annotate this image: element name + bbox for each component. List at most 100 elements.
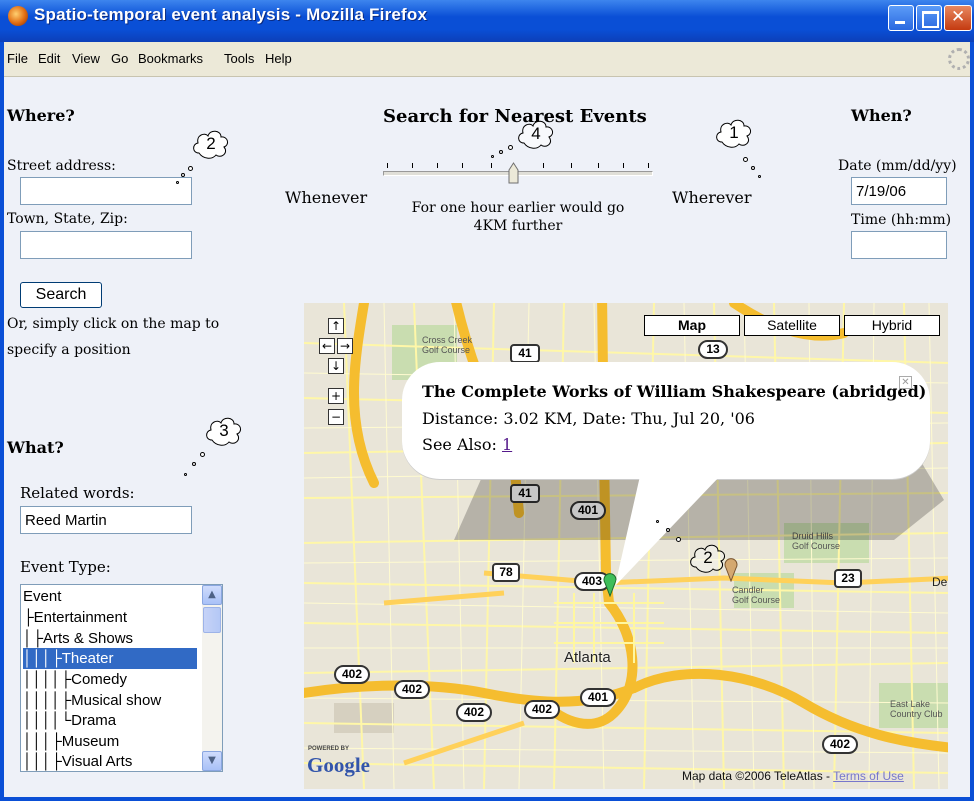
- callout-dot: [184, 473, 187, 476]
- map-type-hybrid-button[interactable]: Hybrid: [844, 315, 940, 336]
- see-also-link[interactable]: 1: [502, 435, 512, 454]
- throbber-icon: [948, 48, 970, 70]
- event-type-option[interactable]: │││├Visual Arts: [23, 751, 197, 771]
- zoom-out-icon[interactable]: −: [328, 409, 344, 425]
- scroll-down-icon[interactable]: ▼: [202, 751, 222, 771]
- menu-file[interactable]: File: [7, 51, 28, 66]
- window-titlebar[interactable]: Spatio-temporal event analysis - Mozilla…: [0, 0, 974, 42]
- place-label-cross-creek: Cross Creek Golf Course: [422, 335, 473, 355]
- powered-by-label: POWERED BY: [308, 746, 350, 752]
- route-shield: 402: [394, 680, 430, 699]
- popup-close-icon[interactable]: ✕: [899, 376, 912, 389]
- callout-dot: [666, 528, 670, 532]
- map-hint-line2: specify a position: [7, 342, 131, 358]
- map-type-map-button[interactable]: Map: [644, 315, 740, 336]
- route-shield: 402: [822, 735, 858, 754]
- map-type-satellite-button[interactable]: Satellite: [744, 315, 840, 336]
- whenever-label: Whenever: [285, 188, 368, 207]
- menu-tools[interactable]: Tools: [224, 51, 254, 66]
- event-type-option[interactable]: ││││└Drama: [23, 710, 197, 731]
- time-label: Time (hh:mm): [851, 212, 952, 228]
- route-shield: 41: [510, 344, 540, 363]
- popup-see-also: See Also: 1: [422, 435, 512, 454]
- callout-number: 2: [206, 134, 216, 153]
- slider-thumb[interactable]: [508, 162, 519, 184]
- see-also-label: See Also:: [422, 435, 497, 454]
- listbox-scrollbar[interactable]: ▲ ▼: [202, 585, 222, 771]
- date-label: Date (mm/dd/yy): [838, 158, 957, 174]
- callout-dot: [188, 166, 193, 171]
- street-address-input[interactable]: [20, 177, 192, 205]
- route-shield: 23: [834, 569, 862, 588]
- window-border-left: [0, 42, 4, 801]
- route-shield: 402: [456, 703, 492, 722]
- what-heading: What?: [7, 438, 64, 457]
- event-type-option[interactable]: │├Arts & Shows: [23, 628, 197, 649]
- map-hint-line1: Or, simply click on the map to: [7, 316, 220, 332]
- place-label-candler: Candler Golf Course: [732, 585, 781, 605]
- arrow-right-icon[interactable]: →: [337, 338, 353, 354]
- place-label-de: De: [932, 575, 948, 589]
- arrow-up-icon[interactable]: ↑: [328, 318, 344, 334]
- callout-dot: [200, 452, 205, 457]
- firefox-icon: [8, 6, 28, 26]
- window-border-bottom: [0, 797, 974, 801]
- callout-dot: [491, 155, 494, 158]
- time-input[interactable]: [851, 231, 947, 259]
- menu-help[interactable]: Help: [265, 51, 292, 66]
- related-words-label: Related words:: [20, 484, 135, 502]
- arrow-down-icon[interactable]: ↓: [328, 358, 344, 374]
- scroll-thumb[interactable]: [203, 607, 221, 633]
- menu-go[interactable]: Go: [111, 51, 128, 66]
- event-type-option[interactable]: Event: [23, 586, 197, 607]
- scroll-up-icon[interactable]: ▲: [202, 585, 222, 605]
- route-shield: 402: [334, 665, 370, 684]
- event-type-label: Event Type:: [20, 558, 111, 576]
- route-shield: 78: [492, 563, 520, 582]
- callout-number: 2: [703, 548, 713, 567]
- event-type-option[interactable]: │││├Museum: [23, 731, 197, 752]
- event-info-popup: The Complete Works of William Shakespear…: [402, 362, 930, 479]
- popup-title: The Complete Works of William Shakespear…: [422, 382, 927, 401]
- date-input[interactable]: [851, 177, 947, 205]
- arrow-left-icon[interactable]: ←: [319, 338, 335, 354]
- related-words-input[interactable]: [20, 506, 192, 534]
- callout-dot: [508, 145, 513, 150]
- street-label: Street address:: [7, 158, 116, 174]
- callout-number: 3: [219, 421, 229, 440]
- event-type-option[interactable]: ││││├Comedy: [23, 669, 197, 690]
- route-shield: 13: [698, 340, 728, 359]
- callout-dot: [192, 462, 196, 466]
- minimize-button[interactable]: [888, 5, 914, 31]
- slider-caption: For one hour earlier would go 4KM furthe…: [380, 199, 656, 235]
- event-type-option-selected[interactable]: │││├Theater: [23, 648, 197, 669]
- when-heading: When?: [851, 106, 912, 125]
- map-copyright: Map data ©2006 TeleAtlas - Terms of Use: [682, 769, 904, 783]
- event-type-listbox[interactable]: Event ├Entertainment │├Arts & Shows │││├…: [20, 584, 223, 772]
- zoom-in-icon[interactable]: +: [328, 388, 344, 404]
- slider-tick: [648, 163, 649, 168]
- slider-tick: [437, 163, 438, 168]
- menu-bookmarks[interactable]: Bookmarks: [138, 51, 203, 66]
- event-type-option[interactable]: ├Entertainment: [23, 607, 197, 628]
- menu-view[interactable]: View: [72, 51, 100, 66]
- menu-edit[interactable]: Edit: [38, 51, 60, 66]
- google-logo: Google: [307, 753, 370, 777]
- callout-number: 1: [729, 123, 739, 142]
- callout-number: 4: [531, 124, 541, 143]
- close-button[interactable]: [944, 5, 972, 31]
- callout-dot: [758, 175, 761, 178]
- slider-tick: [598, 163, 599, 168]
- maximize-button[interactable]: [916, 5, 942, 31]
- event-type-option[interactable]: ││││├Musical show: [23, 690, 197, 711]
- terms-of-use-link[interactable]: Terms of Use: [833, 769, 904, 783]
- slider-caption-line2: 4KM further: [473, 218, 563, 234]
- search-button[interactable]: Search: [20, 282, 102, 308]
- slider-caption-line1: For one hour earlier would go: [411, 200, 625, 216]
- place-label-atlanta: Atlanta: [564, 649, 611, 666]
- town-state-zip-input[interactable]: [20, 231, 192, 259]
- search-title: Search for Nearest Events: [383, 106, 647, 127]
- callout-dot: [743, 157, 748, 162]
- window-title: Spatio-temporal event analysis - Mozilla…: [34, 5, 428, 24]
- route-shield: 401: [580, 688, 616, 707]
